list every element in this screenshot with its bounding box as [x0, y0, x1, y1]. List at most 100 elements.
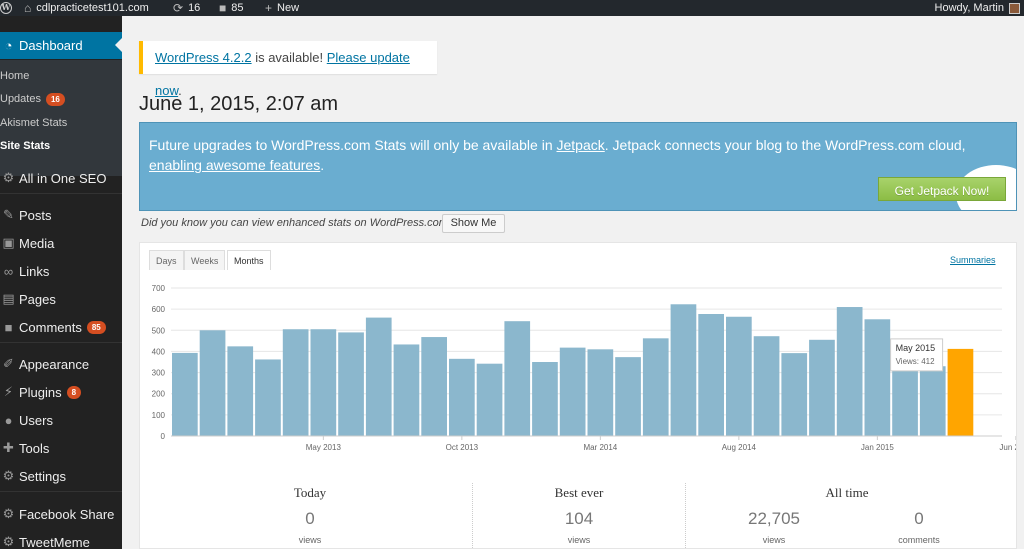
- summaries-link[interactable]: Summaries: [950, 255, 996, 265]
- y-tick-label: 100: [152, 411, 166, 420]
- jetpack-message: Future upgrades to WordPress.com Stats w…: [149, 135, 1009, 175]
- bar: [892, 366, 918, 436]
- menu-settings[interactable]: ⚙ Settings: [0, 463, 122, 489]
- submenu-akismet-stats[interactable]: Akismet Stats: [0, 116, 67, 130]
- menu-media[interactable]: ▣ Media: [0, 230, 122, 256]
- site-name-link[interactable]: ⌂ cdlpracticetest101.com: [24, 0, 149, 16]
- y-tick-label: 700: [152, 284, 166, 293]
- bar: [504, 321, 531, 436]
- bar: [698, 314, 724, 436]
- submenu-updates-label: Updates: [0, 93, 41, 105]
- tab-months[interactable]: Months: [227, 250, 271, 270]
- bar: [365, 317, 392, 436]
- bar: [476, 363, 503, 436]
- stat-title: All time: [825, 485, 869, 500]
- menu-appearance[interactable]: ✐ Appearance: [0, 351, 122, 377]
- site-name-label: cdlpracticetest101.com: [36, 2, 149, 14]
- jetpack-banner: Future upgrades to WordPress.com Stats w…: [139, 122, 1017, 211]
- x-tick-label: Jun 2015: [999, 443, 1016, 452]
- menu-label: All in One SEO: [19, 170, 107, 186]
- bar: [864, 319, 891, 436]
- bar: [421, 337, 447, 436]
- howdy-label: Howdy, Martin: [934, 2, 1004, 14]
- comment-bubble-icon: ■: [219, 1, 227, 15]
- submenu-updates[interactable]: Updates 16: [0, 92, 65, 106]
- stat-number: 104: [564, 509, 594, 528]
- menu-posts[interactable]: ✎ Posts: [0, 202, 122, 228]
- jetpack-text: . Jetpack connects your blog to the Word…: [604, 137, 966, 153]
- bar: [642, 338, 669, 436]
- menu-label: Users: [19, 412, 53, 428]
- show-me-button[interactable]: Show Me: [442, 214, 505, 233]
- menu-all-in-one-seo[interactable]: ⚙ All in One SEO: [0, 165, 122, 191]
- wordpress-logo-menu[interactable]: W: [0, 0, 20, 16]
- bar: [255, 359, 281, 436]
- menu-separator: [0, 342, 122, 343]
- bar: [587, 349, 614, 436]
- dashboard-icon: ◔: [4, 38, 13, 53]
- menu-users[interactable]: ● Users: [0, 407, 122, 433]
- y-tick-label: 600: [152, 305, 166, 314]
- jetpack-link[interactable]: Jetpack: [557, 137, 605, 153]
- bar: [809, 339, 835, 436]
- menu-comments[interactable]: ■ Comments 85: [0, 314, 122, 340]
- updates-count: 16: [188, 2, 201, 14]
- comments-badge: 85: [86, 320, 106, 334]
- comment-icon: ■: [4, 319, 13, 335]
- stats-panel: Days Weeks Months Summaries 0 100 200 300 40…: [139, 242, 1017, 549]
- menu-label: Settings: [19, 468, 66, 484]
- wordpress-version-link[interactable]: WordPress 4.2.2: [155, 50, 252, 65]
- x-tick-label: May 2013: [306, 443, 342, 452]
- pushpin-icon: ✎: [3, 207, 14, 222]
- tab-weeks[interactable]: Weeks: [184, 250, 226, 270]
- menu-facebook-share[interactable]: ⚙ Facebook Share: [0, 501, 122, 527]
- menu-separator: [0, 193, 122, 194]
- menu-dashboard[interactable]: ◔ Dashboard: [0, 32, 122, 59]
- admin-sidebar: ◔ Dashboard Home Updates 16 Akismet Stat…: [0, 16, 122, 549]
- menu-tweetmeme[interactable]: ⚙ TweetMeme: [0, 529, 122, 549]
- stat-divider: [472, 483, 473, 549]
- menu-dashboard-label: Dashboard: [19, 38, 83, 53]
- stat-title: Best ever: [554, 485, 604, 500]
- updates-link[interactable]: ⟳ 16: [173, 0, 200, 16]
- menu-tools[interactable]: ✚ Tools: [0, 435, 122, 461]
- submenu-home[interactable]: Home: [0, 69, 29, 83]
- tab-days[interactable]: Days: [149, 250, 184, 270]
- bar: [670, 304, 697, 436]
- enabling-awesome-features-link[interactable]: enabling awesome features: [149, 157, 320, 173]
- plus-icon: +: [265, 1, 273, 15]
- views-chart: 0 100 200 300 400 500 600 700 May 2013 Oct 2013 Ma…: [152, 284, 1016, 452]
- menu-label: Plugins: [19, 384, 62, 400]
- bar: [781, 353, 808, 436]
- x-tick-label: Mar 2014: [583, 443, 617, 452]
- home-icon: ⌂: [24, 1, 32, 15]
- bar: [947, 348, 974, 436]
- menu-plugins[interactable]: ⚡ Plugins 8: [0, 379, 122, 405]
- get-jetpack-button[interactable]: Get Jetpack Now!: [878, 177, 1006, 201]
- new-content-menu[interactable]: + New: [265, 0, 299, 16]
- stat-label: comments: [898, 535, 940, 545]
- account-menu[interactable]: Howdy, Martin: [935, 0, 1020, 16]
- submenu-site-stats[interactable]: Site Stats: [0, 139, 50, 153]
- y-tick-label: 200: [152, 390, 166, 399]
- bar: [836, 307, 863, 436]
- stat-label: views: [298, 535, 322, 545]
- menu-links[interactable]: ∞ Links: [0, 258, 122, 284]
- refresh-icon: ⟳: [173, 1, 184, 15]
- menu-pages[interactable]: ▤ Pages: [0, 286, 122, 312]
- menu-label: TweetMeme: [19, 534, 90, 549]
- tooltip-value: Views: 412: [896, 357, 936, 366]
- bar: [449, 358, 475, 436]
- bar: [615, 357, 641, 436]
- menu-label: Tools: [19, 440, 50, 456]
- page-icon: ▤: [2, 291, 15, 306]
- tooltip-title: May 2015: [896, 343, 936, 353]
- wordpress-logo-icon: W: [0, 2, 12, 14]
- gear-icon: ⚙: [2, 534, 15, 549]
- gear-icon: ⚙: [2, 170, 15, 185]
- bar: [227, 346, 254, 436]
- comments-link[interactable]: ■ 85: [219, 0, 244, 16]
- new-label: New: [277, 2, 300, 14]
- media-icon: ▣: [2, 235, 15, 250]
- bar: [393, 344, 420, 436]
